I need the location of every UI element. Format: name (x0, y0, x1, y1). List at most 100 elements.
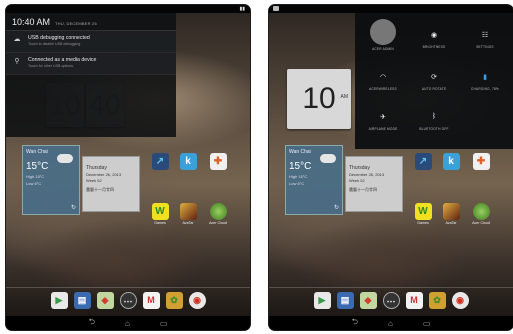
dock: ▶ ▤ ◆ ⋯ M ✿ ◉ (6, 287, 250, 313)
app-k-store[interactable]: k (441, 153, 461, 170)
app-maps-shortcut[interactable]: ↗ (150, 153, 170, 170)
app-aviate[interactable]: AvaTar (178, 203, 198, 225)
app-acer-cloud[interactable]: Acer Cloud (471, 203, 491, 225)
app-acer-cloud[interactable]: Acer Cloud (208, 203, 228, 225)
recents-icon[interactable]: ▭ (160, 319, 168, 328)
acer-cloud-icon (209, 203, 227, 220)
weather-widget[interactable]: Wan Chai 15°C High 15°C Low 6°C ↻ (22, 145, 80, 215)
photos-icon[interactable]: ✿ (165, 292, 183, 309)
weather-low: Low 6°C (289, 181, 305, 186)
app-label: Games (417, 221, 429, 225)
clock-ampm: AM (340, 94, 349, 100)
usb-icon: ⚲ (14, 58, 20, 65)
notification-shade[interactable]: 10:40 AM THU, DECEMBER 26 ☁ USB debuggin… (6, 13, 176, 137)
word-game-icon: W (414, 203, 432, 220)
chrome-icon[interactable]: ◉ (188, 292, 206, 309)
app-medical[interactable]: ✚ (208, 153, 228, 170)
k-store-icon: k (179, 153, 197, 170)
status-bar[interactable] (269, 5, 513, 13)
notification-usb-debugging[interactable]: ☁ USB debugging connected Touch to disab… (6, 31, 176, 53)
app-maps-shortcut[interactable]: ↗ (413, 153, 433, 170)
weather-high: High 15°C (26, 174, 45, 179)
plus-icon: ✚ (209, 153, 227, 170)
wifi-icon: ◠ (379, 74, 387, 81)
qs-tile-bluetooth[interactable]: ᛒ BLUETOOTH OFF (408, 113, 460, 131)
plus-icon: ✚ (472, 153, 490, 170)
notification-icon (273, 6, 279, 11)
qs-label: SETTINGS (476, 45, 494, 49)
photos-icon[interactable]: ✿ (428, 292, 446, 309)
tablet-screen-quick-settings: 10 AM Wan Chai 15°C High 15°C Low 6°C ↻ … (268, 4, 513, 331)
user-icon (370, 19, 396, 45)
brightness-icon: ◉ (430, 32, 438, 39)
navigation-bar: ⮌ ⌂ ▭ (6, 316, 250, 330)
auto-rotate-icon: ⟳ (431, 74, 437, 81)
navigation-bar: ⮌ ⌂ ▭ (269, 316, 513, 330)
calendar-widget[interactable]: Thursday December 26, 2013 Week 52 農曆十一月… (82, 156, 140, 212)
battery-icon: ▮▮ (239, 6, 245, 12)
app-aviate[interactable]: AvaTar (441, 203, 461, 225)
chrome-icon[interactable]: ◉ (451, 292, 469, 309)
weather-widget[interactable]: Wan Chai 15°C High 15°C Low 6°C ↻ (285, 145, 343, 215)
calendar-lunar-date: 農曆十一月廿四 (86, 187, 114, 192)
qs-tile-battery[interactable]: ▮ CHARGING, 78% (459, 73, 511, 91)
qs-label: CHARGING, 78% (471, 87, 499, 91)
notification-subtitle: Touch for other USB options. (28, 64, 74, 68)
bluetooth-icon: ᛒ (431, 113, 437, 120)
tablet-screen-notifications: ▮▮ 10 40 10:40 AM THU, DECEMBER 26 ☁ USB… (5, 4, 251, 331)
qs-tile-brightness[interactable]: ◉ BRIGHTNESS (408, 31, 460, 49)
aviate-icon (179, 203, 197, 220)
debug-icon: ☁ (13, 36, 21, 43)
shade-header: 10:40 AM THU, DECEMBER 26 (6, 13, 176, 31)
refresh-icon[interactable]: ↻ (71, 204, 76, 211)
quick-settings-panel: ACER ADMIN ◉ BRIGHTNESS ☷ SETTINGS ◠ ACE… (355, 13, 513, 149)
maps-icon[interactable]: ◆ (359, 292, 377, 309)
app-word-game[interactable]: W Games (150, 203, 170, 225)
qs-label: AIRPLANE MODE (368, 127, 398, 131)
app-label: Acer Cloud (472, 221, 490, 225)
home-icon[interactable]: ⌂ (125, 319, 130, 328)
calendar-widget[interactable]: Thursday December 26, 2013 Week 52 農曆十一月… (345, 156, 403, 212)
qs-tile-settings[interactable]: ☷ SETTINGS (459, 31, 511, 49)
back-icon[interactable]: ⮌ (89, 316, 95, 330)
qs-tile-user[interactable]: ACER ADMIN (357, 19, 409, 51)
folder-icon[interactable]: ▤ (73, 292, 91, 309)
qs-tile-auto-rotate[interactable]: ⟳ AUTO ROTATE (408, 73, 460, 91)
cloud-icon (57, 154, 73, 163)
maps-icon[interactable]: ◆ (96, 292, 114, 309)
recents-icon[interactable]: ▭ (423, 319, 431, 328)
calendar-day: Thursday (86, 165, 107, 171)
status-bar[interactable]: ▮▮ (6, 5, 250, 13)
weather-low: Low 6°C (26, 181, 42, 186)
app-word-game[interactable]: W Games (413, 203, 433, 225)
clock-widget[interactable]: 10 AM (287, 69, 351, 129)
play-store-icon[interactable]: ▶ (50, 292, 68, 309)
gmail-icon[interactable]: M (142, 292, 160, 309)
gmail-icon[interactable]: M (405, 292, 423, 309)
apps-drawer-icon[interactable]: ⋯ (119, 292, 137, 309)
maps-app-icon: ↗ (151, 153, 169, 170)
qs-tile-wifi[interactable]: ◠ ACERWIRELESS (357, 73, 409, 91)
word-game-icon: W (151, 203, 169, 220)
notification-title: USB debugging connected (28, 35, 90, 41)
play-store-icon[interactable]: ▶ (313, 292, 331, 309)
airplane-icon: ✈ (380, 114, 386, 121)
shade-time: 10:40 AM (12, 17, 51, 27)
qs-tile-airplane-mode[interactable]: ✈ AIRPLANE MODE (357, 113, 409, 131)
calendar-day: Thursday (349, 165, 370, 171)
clock-hours: 10 AM (287, 69, 351, 129)
settings-icon: ☷ (481, 32, 489, 39)
app-label: AvaTar (182, 221, 194, 225)
folder-icon[interactable]: ▤ (336, 292, 354, 309)
apps-drawer-icon[interactable]: ⋯ (382, 292, 400, 309)
back-icon[interactable]: ⮌ (352, 316, 358, 330)
refresh-icon[interactable]: ↻ (334, 204, 339, 211)
cloud-icon (320, 154, 336, 163)
home-icon[interactable]: ⌂ (388, 319, 393, 328)
app-medical[interactable]: ✚ (471, 153, 491, 170)
dock: ▶ ▤ ◆ ⋯ M ✿ ◉ (269, 287, 513, 313)
clock-hours-text: 10 (302, 82, 336, 115)
app-k-store[interactable]: k (178, 153, 198, 170)
notification-media-device[interactable]: ⚲ Connected as a media device Touch for … (6, 53, 176, 75)
maps-app-icon: ↗ (414, 153, 432, 170)
